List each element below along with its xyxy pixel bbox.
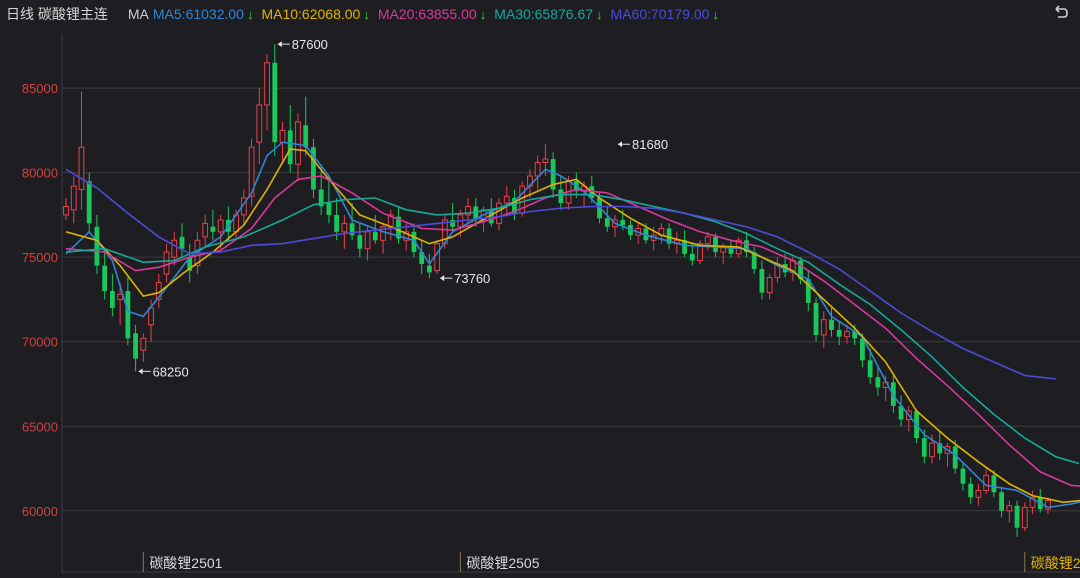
annotation-arrow [138,368,143,375]
candle-body [434,243,441,272]
candle-body [820,319,827,336]
candle-body [202,222,209,238]
candle-body [1006,505,1013,512]
candle-body [921,438,927,457]
candle-body [1014,505,1020,528]
y-tick-label: 80000 [22,166,58,181]
candle-body [148,307,154,326]
candle-body [427,265,432,273]
candle-body [171,239,178,258]
candle-body [503,195,510,204]
candle-body [179,236,185,249]
candle-body [326,203,332,215]
annotation-label: 81680 [632,137,668,152]
candle-body [875,377,881,388]
candle-body [357,235,363,249]
candle-body [140,337,147,351]
candle-body [759,269,765,293]
annotation-arrow [440,275,445,282]
candle-body [133,333,138,359]
candle-body [70,185,77,211]
annotation-label: 73760 [454,271,490,286]
contract-label: 碳酸锂2501 [149,555,222,571]
contract-label: 碳酸锂2505 [466,555,539,571]
candle-body [109,291,115,308]
candle-body [844,331,850,338]
candle-body [364,231,371,250]
y-tick-label: 75000 [22,250,58,265]
candle-body [125,291,131,339]
candle-body [256,104,263,143]
candle-body [867,360,873,378]
candle-body [102,265,108,291]
candle-body [713,236,718,253]
candle-body [303,125,309,148]
candle-body [929,442,935,458]
candle-body [341,222,348,233]
candle-body [117,293,124,300]
candle-body [217,219,224,233]
candle-body [295,121,301,165]
candle-body [287,130,293,165]
candle-body [534,162,541,177]
candle-body [1021,506,1028,529]
candle-body [975,490,982,498]
candle-body [496,202,502,224]
ma-line-ma5 [65,141,1080,509]
candle-body [78,146,85,191]
candle-body [63,205,69,216]
candle-body [960,468,966,484]
candle-body [334,214,340,232]
candle-body [829,319,834,330]
candle-body [210,226,216,232]
candle-body [689,253,695,261]
y-tick-label: 65000 [22,419,58,434]
candle-body [620,219,626,226]
y-tick-label: 70000 [22,335,58,350]
candle-body [836,329,842,337]
candle-body [279,129,286,143]
annotation-arrow [277,41,282,48]
candlestick-chart: 60000 65000 70000 75000 80000 85000 87600 81680… [22,34,1080,573]
candle-body [272,62,278,143]
candle-body [999,492,1005,511]
annotation-label: 87600 [292,37,328,52]
candle-body [991,475,997,493]
candle-body [604,218,610,227]
annotation-label: 68250 [153,364,189,379]
candle-body [968,483,974,498]
candle-body [86,181,92,224]
annotation-arrow [617,141,622,148]
candle-body [542,158,549,164]
candle-body [704,236,711,245]
candle-body [813,302,819,335]
contract-label: 碳酸锂2507 [1031,555,1080,571]
candle-body [766,276,773,294]
y-tick-label: 85000 [22,81,58,96]
candle-body [163,251,170,275]
candle-body [94,226,100,266]
y-tick-label: 60000 [22,504,58,519]
candle-body [558,189,564,204]
candle-body [264,62,270,106]
ma-line-ma10 [65,148,1080,504]
candle-body [372,231,378,241]
